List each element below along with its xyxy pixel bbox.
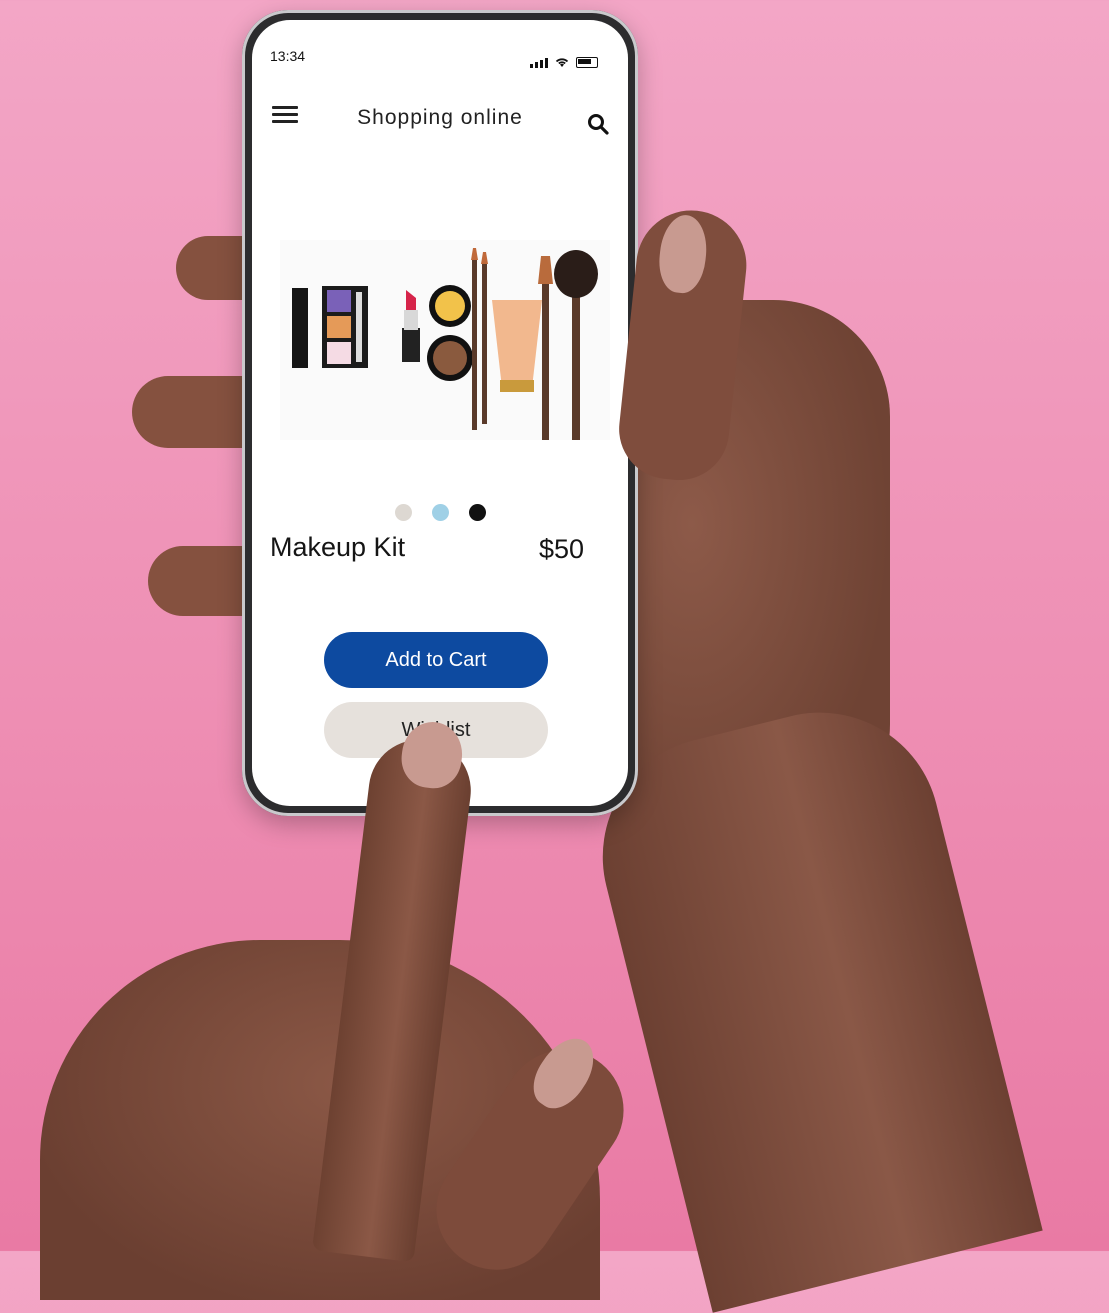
status-icons	[530, 56, 598, 68]
product-name: Makeup Kit	[270, 532, 406, 562]
phone-screen: 13:34 Shopping online Makeup Kit $50 Add…	[252, 20, 628, 806]
wifi-icon	[555, 58, 569, 67]
carousel-dot-2[interactable]	[431, 504, 449, 521]
lipstick	[402, 328, 420, 362]
signal-icon	[530, 58, 548, 68]
battery-icon	[576, 57, 598, 68]
smartphone: 13:34 Shopping online Makeup Kit $50 Add…	[242, 10, 638, 816]
add-to-cart-button[interactable]: Add to Cart	[324, 632, 548, 688]
page-title: Shopping online	[357, 106, 523, 129]
carousel-dots	[252, 504, 628, 521]
status-time: 13:34	[270, 48, 306, 64]
product-price: $50	[538, 534, 584, 564]
compact-case	[292, 288, 308, 368]
carousel-dot-3[interactable]	[468, 504, 486, 521]
holding-hand-wrist	[577, 687, 1043, 1313]
search-icon[interactable]	[586, 112, 610, 136]
carousel-dot-1[interactable]	[394, 504, 412, 521]
makeup-kit-product-image	[280, 240, 610, 440]
